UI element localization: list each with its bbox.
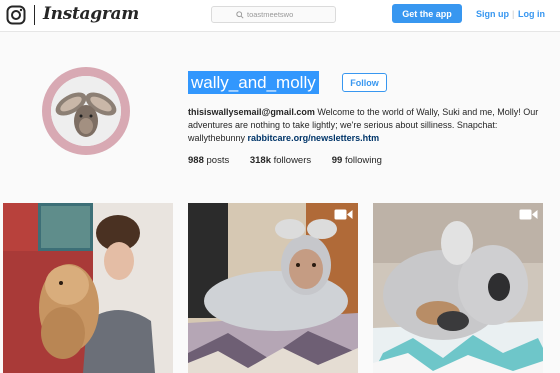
post-image-fluffy-rabbit-on-rug [188, 203, 358, 373]
avatar-rabbit-image [51, 76, 121, 146]
get-the-app-button[interactable]: Get the app [392, 4, 462, 23]
instagram-camera-icon[interactable] [6, 5, 26, 25]
nav-divider [34, 5, 35, 25]
instagram-wordmark[interactable]: Instagram [43, 4, 139, 24]
post-thumbnail[interactable] [373, 203, 543, 373]
profile-bio: thisiswallysemail@gmail.com Welcome to t… [188, 106, 548, 145]
following-label: following [342, 155, 382, 166]
video-camera-icon [334, 209, 353, 220]
bio-link[interactable]: rabbitcare.org/newsletters.htm [248, 133, 380, 143]
video-camera-icon [519, 209, 538, 220]
followers-count: 318k [249, 155, 271, 166]
followers-stat[interactable]: 318k followers [250, 155, 311, 166]
following-count: 99 [331, 155, 343, 166]
profile-username: wally_and_molly [188, 71, 319, 94]
followers-label: followers [271, 155, 312, 166]
post-image-grey-rabbits-on-rug [373, 203, 543, 373]
profile-stats: 988 posts 318k followers 99 following [188, 155, 400, 166]
search-input[interactable] [247, 10, 311, 19]
bio-email: thisiswallysemail@gmail.com [188, 107, 315, 117]
following-stat[interactable]: 99 following [332, 155, 382, 166]
post-thumbnail[interactable] [188, 203, 358, 373]
log-in-link[interactable]: Log in [518, 9, 545, 19]
post-thumbnail[interactable] [3, 203, 173, 373]
posts-label: posts [203, 155, 230, 166]
top-nav: Instagram Get the app Sign up | Log in [0, 0, 560, 32]
avatar[interactable] [51, 76, 121, 146]
search-box[interactable] [211, 6, 336, 23]
post-image-woman-with-rabbit [3, 203, 173, 373]
posts-stat: 988 posts [188, 155, 229, 166]
search-icon [236, 10, 244, 19]
follow-button[interactable]: Follow [342, 73, 387, 92]
posts-count: 988 [188, 155, 204, 166]
sign-up-link[interactable]: Sign up [476, 9, 509, 19]
nav-separator: | [512, 9, 515, 19]
